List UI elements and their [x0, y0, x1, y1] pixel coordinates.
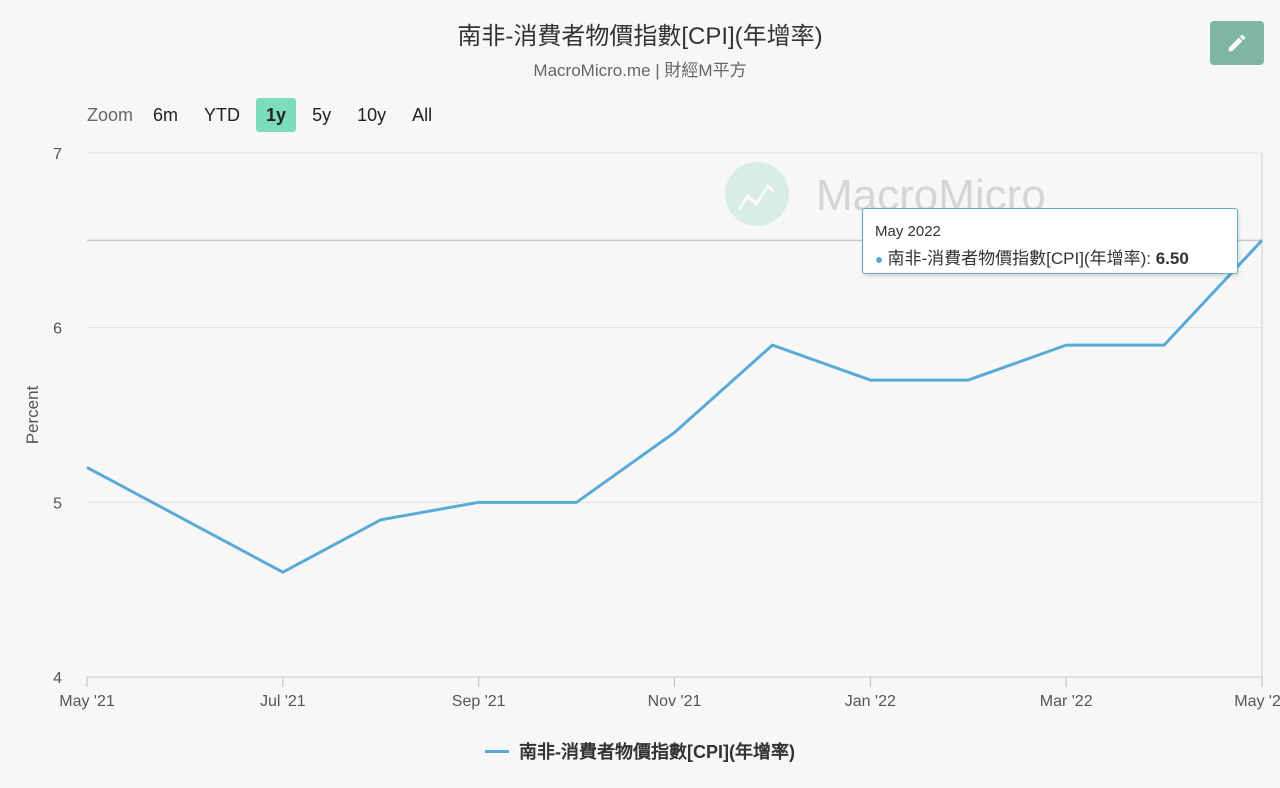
tooltip: May 2022 ● 南非-消費者物價指數[CPI](年增率): 6.50 — [862, 208, 1238, 274]
chart-container: 南非-消費者物價指數[CPI](年增率) MacroMicro.me | 財經M… — [0, 0, 1280, 788]
edit-button[interactable] — [1210, 21, 1264, 65]
legend[interactable]: 南非-消費者物價指數[CPI](年增率) — [0, 738, 1280, 764]
series-line — [86, 239, 1264, 574]
y-axis: 4 5 6 7 — [53, 146, 62, 687]
y-axis-label: Percent — [23, 385, 42, 444]
tooltip-series-dot: ● — [875, 251, 884, 267]
x-tick-label: Sep '21 — [452, 693, 506, 710]
y-tick-label: 7 — [53, 146, 62, 163]
legend-label: 南非-消費者物價指數[CPI](年增率) — [519, 742, 795, 762]
x-tick-label: Nov '21 — [648, 693, 702, 710]
chart-subtitle: MacroMicro.me | 財經M平方 — [533, 61, 747, 80]
zoom-ytd-button[interactable]: YTD — [194, 98, 250, 132]
legend-swatch — [485, 749, 509, 753]
zoom-5y-button[interactable]: 5y — [302, 98, 341, 132]
tooltip-date: May 2022 — [875, 223, 941, 240]
series-layer — [86, 239, 1264, 574]
zoom-1y-button[interactable]: 1y — [256, 98, 297, 132]
tooltip-series-label: 南非-消費者物價指數[CPI](年增率): — [887, 249, 1156, 268]
y-tick-label: 4 — [53, 670, 62, 687]
tooltip-row: ● 南非-消費者物價指數[CPI](年增率): 6.50 — [875, 244, 1225, 269]
zoom-10y-button[interactable]: 10y — [347, 98, 396, 132]
x-tick-label: Jan '22 — [845, 693, 896, 710]
chart-title: 南非-消費者物價指數[CPI](年增率) — [457, 23, 823, 50]
zoom-label: Zoom — [87, 104, 134, 125]
x-tick-label: May '22 — [1234, 693, 1280, 710]
zoom-bar: Zoom 6m YTD 1y 5y 10y All — [87, 97, 448, 133]
zoom-all-button[interactable]: All — [402, 98, 442, 132]
zoom-6m-button[interactable]: 6m — [143, 98, 188, 132]
tooltip-value: 6.50 — [1155, 249, 1189, 268]
pencil-icon — [1228, 34, 1246, 52]
x-tick-label: Jul '21 — [260, 693, 306, 710]
x-tick-label: Mar '22 — [1040, 693, 1093, 710]
y-tick-label: 6 — [53, 321, 62, 338]
x-tick-label: May '21 — [59, 693, 115, 710]
watermark-chart-icon — [737, 183, 776, 211]
y-tick-label: 5 — [53, 495, 62, 512]
